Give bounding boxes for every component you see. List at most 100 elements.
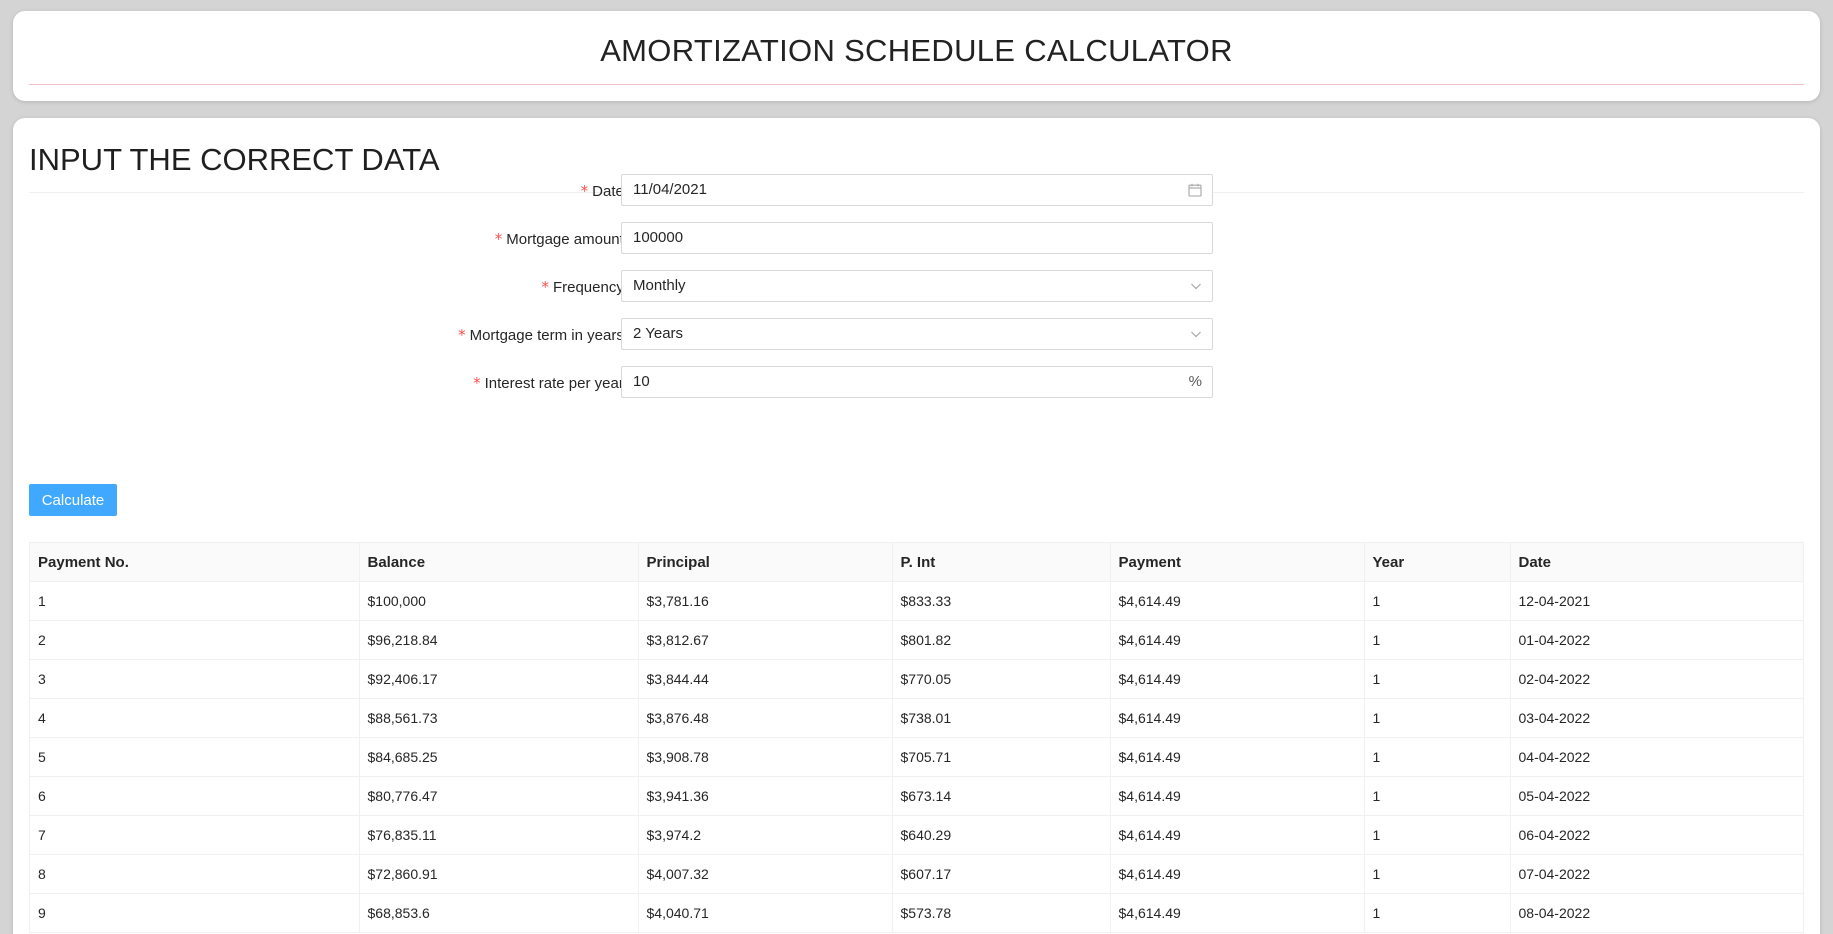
table-row: 5 $84,685.25 $3,908.78 $705.71 $4,614.49 1 04-… (30, 737, 1803, 777)
term-row: *Mortgage term in years: 2 Years (13, 318, 1233, 352)
section-title: INPUT THE CORRECT DATA (29, 142, 440, 177)
date-picker-input[interactable]: 11/04/2021 (621, 174, 1213, 206)
cell-interest: $573.78 (892, 893, 1111, 933)
cell-date: 04-04-2022 (1510, 737, 1803, 777)
cell-payment: $4,614.49 (1110, 659, 1365, 699)
cell-date: 06-04-2022 (1510, 815, 1803, 855)
mortgage-amount-value: 100000 (633, 229, 684, 246)
cell-date: 08-04-2022 (1510, 893, 1803, 933)
mortgage-amount-label-text: Mortgage amount (506, 231, 624, 248)
cell-balance: $76,835.11 (359, 815, 639, 855)
cell-date: 01-04-2022 (1510, 620, 1803, 660)
cell-balance: $100,000 (359, 581, 639, 621)
cell-payment: $4,614.49 (1110, 893, 1365, 933)
cell-interest: $833.33 (892, 581, 1111, 621)
table-row: 8 $72,860.91 $4,007.32 $607.17 $4,614.49 1 07-… (30, 854, 1803, 894)
cell-payment: $4,614.49 (1110, 776, 1365, 816)
cell-principal: $3,781.16 (638, 581, 893, 621)
table-row: 4 $88,561.73 $3,876.48 $738.01 $4,614.49 1 03-… (30, 698, 1803, 738)
term-label: *Mortgage term in years: (458, 318, 628, 352)
cell-interest: $738.01 (892, 698, 1111, 738)
cell-principal: $3,908.78 (638, 737, 893, 777)
term-label-text: Mortgage term in years (469, 327, 624, 344)
column-header-payment: Payment (1110, 543, 1365, 582)
calendar-icon[interactable] (1188, 175, 1202, 205)
cell-principal: $3,844.44 (638, 659, 893, 699)
cell-principal: $4,007.32 (638, 854, 893, 894)
cell-date: 05-04-2022 (1510, 776, 1803, 816)
cell-payment-no: 6 (30, 776, 360, 816)
cell-date: 12-04-2021 (1510, 581, 1803, 621)
frequency-label: *Frequency: (541, 270, 628, 304)
column-header-payment-no: Payment No. (30, 543, 360, 582)
cell-year: 1 (1364, 698, 1511, 738)
mortgage-amount-input[interactable]: 100000 (621, 222, 1213, 254)
amortization-table: Payment No. Balance Principal P. Int Pay… (29, 542, 1804, 933)
required-mark: * (473, 374, 481, 392)
cell-balance: $96,218.84 (359, 620, 639, 660)
cell-payment: $4,614.49 (1110, 581, 1365, 621)
interest-rate-input[interactable]: 10 % (621, 366, 1213, 398)
cell-interest: $801.82 (892, 620, 1111, 660)
table-row: 6 $80,776.47 $3,941.36 $673.14 $4,614.49 1 05-… (30, 776, 1803, 816)
column-header-interest: P. Int (892, 543, 1111, 582)
required-mark: * (580, 182, 589, 200)
cell-principal: $3,941.36 (638, 776, 893, 816)
required-mark: * (541, 278, 549, 296)
cell-payment-no: 8 (30, 854, 360, 894)
cell-payment-no: 9 (30, 893, 360, 933)
interest-row: *Interest rate per year: 10 % (13, 366, 1233, 400)
cell-balance: $72,860.91 (359, 854, 639, 894)
table-row: 3 $92,406.17 $3,844.44 $770.05 $4,614.49 1 02-… (30, 659, 1803, 699)
page: AMORTIZATION SCHEDULE CALCULATOR INPUT T… (0, 0, 1833, 934)
percent-suffix: % (1188, 373, 1202, 390)
cell-balance: $88,561.73 (359, 698, 639, 738)
chevron-down-icon[interactable] (1190, 319, 1202, 349)
header-divider (29, 84, 1804, 85)
cell-payment-no: 3 (30, 659, 360, 699)
column-header-principal: Principal (638, 543, 893, 582)
cell-year: 1 (1364, 737, 1511, 777)
cell-date: 07-04-2022 (1510, 854, 1803, 894)
frequency-value: Monthly (633, 277, 686, 294)
interest-label-text: Interest rate per year (484, 375, 624, 392)
cell-payment: $4,614.49 (1110, 815, 1365, 855)
table-body: 1 $100,000 $3,781.16 $833.33 $4,614.49 1 12-04… (30, 581, 1803, 933)
interest-label: *Interest rate per year: (473, 366, 628, 400)
cell-interest: $673.14 (892, 776, 1111, 816)
frequency-select[interactable]: Monthly (621, 270, 1213, 302)
cell-balance: $92,406.17 (359, 659, 639, 699)
cell-interest: $640.29 (892, 815, 1111, 855)
cell-interest: $607.17 (892, 854, 1111, 894)
cell-date: 03-04-2022 (1510, 698, 1803, 738)
cell-principal: $3,812.67 (638, 620, 893, 660)
cell-payment-no: 2 (30, 620, 360, 660)
mortgage-amount-label: *Mortgage amount: (495, 222, 628, 256)
frequency-label-text: Frequency (552, 279, 624, 296)
interest-value: 10 (633, 373, 650, 390)
column-header-year: Year (1364, 543, 1511, 582)
cell-balance: $84,685.25 (359, 737, 639, 777)
term-value: 2 Years (633, 325, 684, 342)
cell-payment-no: 7 (30, 815, 360, 855)
date-row: *Date: 11/04/2021 (13, 174, 1233, 208)
cell-balance: $80,776.47 (359, 776, 639, 816)
cell-principal: $3,876.48 (638, 698, 893, 738)
cell-principal: $3,974.2 (638, 815, 893, 855)
chevron-down-icon[interactable] (1190, 271, 1202, 301)
cell-year: 1 (1364, 659, 1511, 699)
cell-payment-no: 1 (30, 581, 360, 621)
cell-balance: $68,853.6 (359, 893, 639, 933)
column-header-balance: Balance (359, 543, 639, 582)
header-card: AMORTIZATION SCHEDULE CALCULATOR (13, 11, 1820, 101)
cell-year: 1 (1364, 620, 1511, 660)
column-header-date: Date (1510, 543, 1803, 582)
required-mark: * (458, 326, 466, 344)
cell-payment: $4,614.49 (1110, 737, 1365, 777)
cell-year: 1 (1364, 854, 1511, 894)
calculate-button[interactable]: Calculate (29, 484, 117, 516)
date-label-text: Date (592, 183, 624, 200)
cell-payment: $4,614.49 (1110, 620, 1365, 660)
table-row: 9 $68,853.6 $4,040.71 $573.78 $4,614.49 1 08-0… (30, 893, 1803, 933)
term-select[interactable]: 2 Years (621, 318, 1213, 350)
